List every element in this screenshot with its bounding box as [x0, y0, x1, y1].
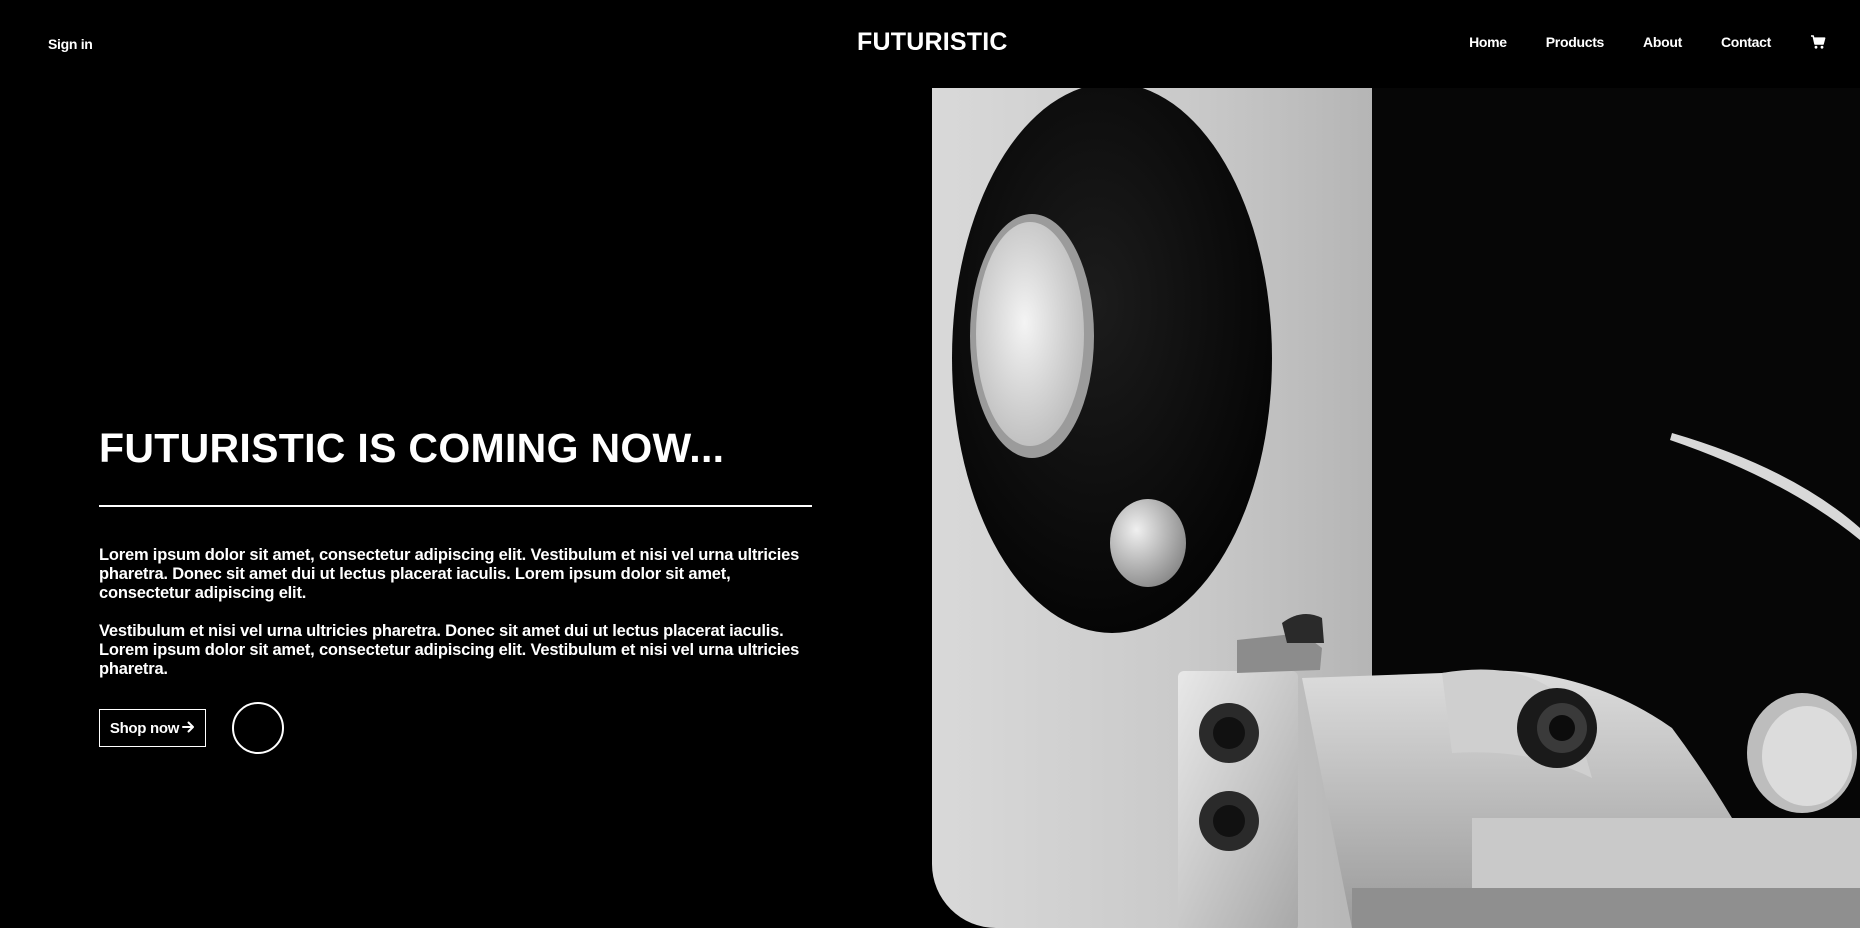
shopping-cart-icon[interactable]: [1810, 34, 1826, 50]
sign-in-link[interactable]: Sign in: [48, 36, 93, 52]
site-header: Sign in FUTURISTIC Home Products About C…: [0, 0, 1860, 88]
nav-home[interactable]: Home: [1469, 34, 1507, 50]
nav-products[interactable]: Products: [1546, 34, 1605, 50]
arrow-right-icon: [182, 720, 195, 737]
hero-divider: [99, 505, 812, 507]
hero-paragraph-1: Lorem ipsum dolor sit amet, consectetur …: [99, 546, 800, 602]
circle-button[interactable]: [232, 702, 284, 754]
hero-title: FUTURISTIC IS COMING NOW...: [99, 425, 725, 471]
nav-about[interactable]: About: [1643, 34, 1682, 50]
brand-logo[interactable]: FUTURISTIC: [857, 28, 1007, 57]
nav-contact[interactable]: Contact: [1721, 34, 1771, 50]
hero-paragraph-2: Vestibulum et nisi vel urna ultricies ph…: [99, 622, 800, 678]
shop-now-label: Shop now: [109, 719, 180, 737]
shop-now-button[interactable]: Shop now: [99, 709, 206, 747]
hero-product-image: [932, 88, 1860, 928]
main-nav: Home Products About Contact: [1430, 34, 1826, 50]
